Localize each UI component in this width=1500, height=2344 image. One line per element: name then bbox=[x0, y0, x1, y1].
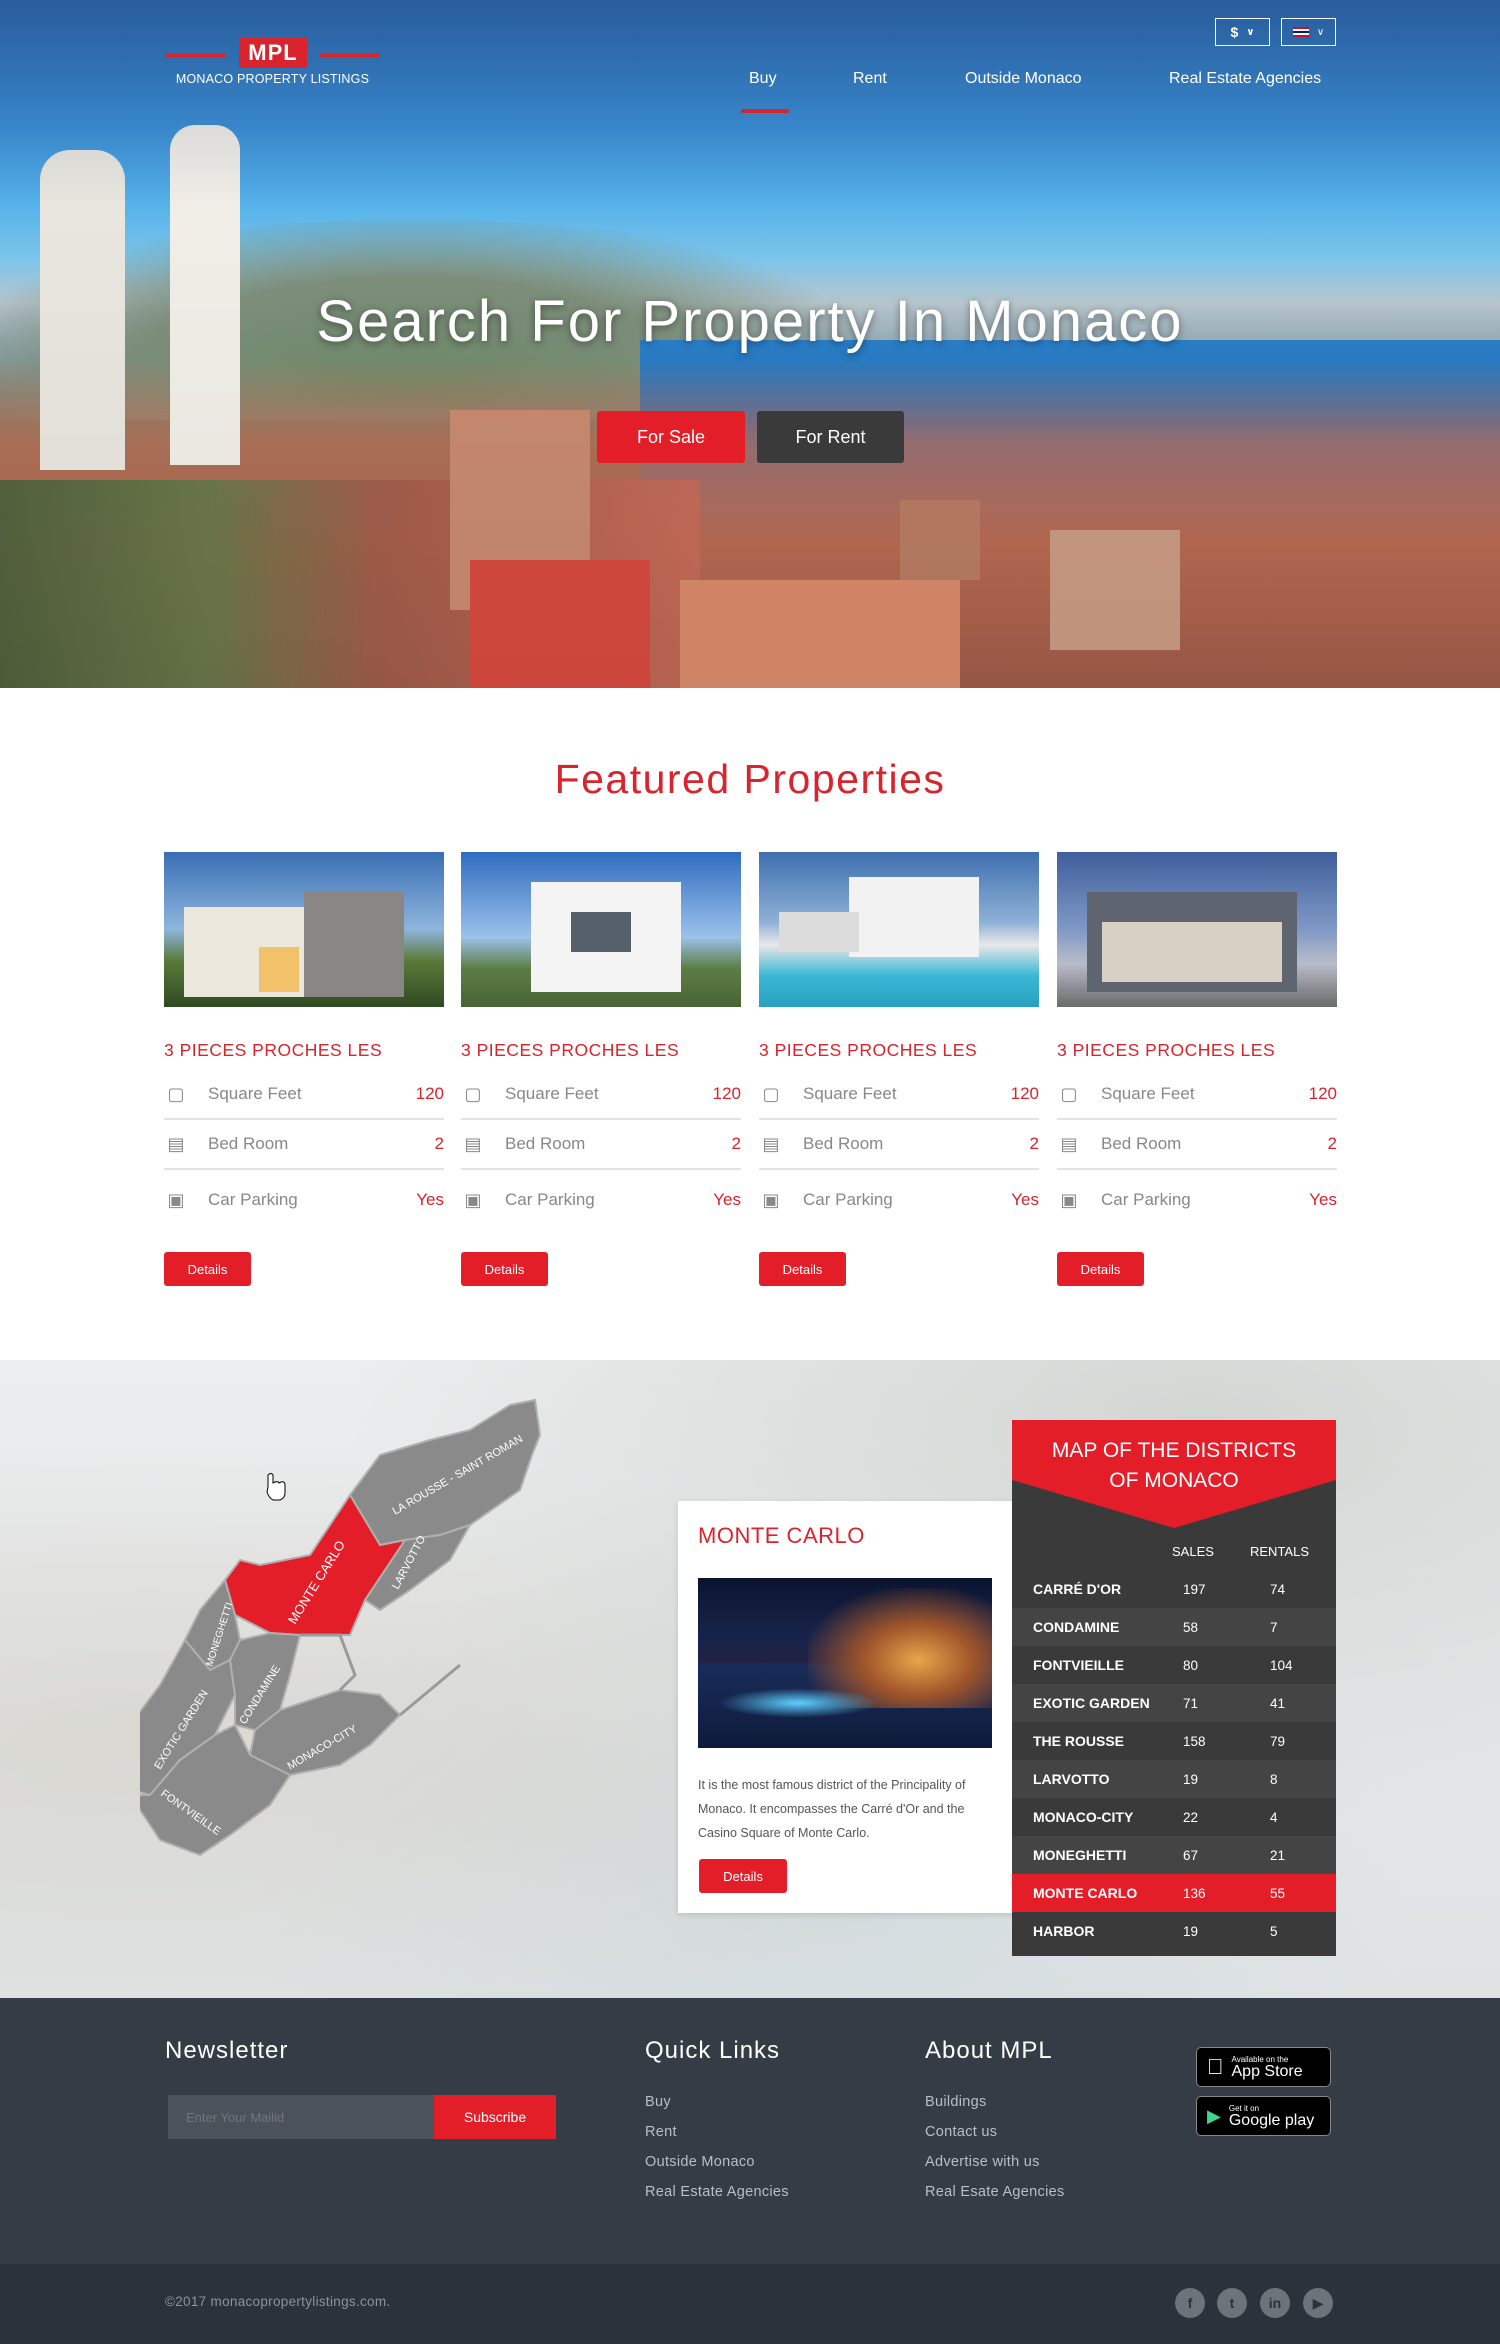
nav-active-indicator bbox=[741, 109, 789, 113]
app-store-badge[interactable]:  Available on theApp Store bbox=[1196, 2047, 1331, 2087]
footer-link-real-estate-agencies[interactable]: Real Estate Agencies bbox=[645, 2184, 789, 2200]
property-title[interactable]: 3 PIECES PROCHES LES bbox=[759, 1040, 1039, 1066]
nav-buy[interactable]: Buy bbox=[749, 70, 777, 88]
footer-link-agencies[interactable]: Real Esate Agencies bbox=[925, 2184, 1065, 2200]
col-rentals: RENTALS bbox=[1250, 1544, 1309, 1559]
featured-title: Featured Properties bbox=[554, 756, 946, 802]
newsletter-title: Newsletter bbox=[165, 2037, 289, 2064]
logo-mark: MPL bbox=[239, 38, 307, 68]
car-icon: ▣ bbox=[762, 1189, 780, 1210]
uk-flag-icon bbox=[1292, 27, 1309, 37]
district-map: LA ROUSSE - SAINT ROMAN LARVOTTO MONTE C… bbox=[140, 1398, 542, 1857]
table-row[interactable]: CARRÉ D'OR 197 74 bbox=[1012, 1570, 1336, 1608]
table-row[interactable]: MONACO-CITY 22 4 bbox=[1012, 1798, 1336, 1836]
table-row-selected[interactable]: MONTE CARLO 136 55 bbox=[1012, 1874, 1336, 1912]
district-details-button[interactable]: Details bbox=[699, 1859, 787, 1893]
for-sale-button[interactable]: For Sale bbox=[597, 411, 745, 463]
footer-link-advertise[interactable]: Advertise with us bbox=[925, 2154, 1040, 2170]
area-icon: ▢ bbox=[464, 1083, 482, 1104]
property-card: 3 PIECES PROCHES LES ▢ Square Feet 120 ▤ Be… bbox=[164, 852, 444, 1286]
about-title: About MPL bbox=[925, 2037, 1053, 2064]
nav-rent[interactable]: Rent bbox=[853, 70, 887, 88]
property-card: 3 PIECES PROCHES LES ▢ Square Feet 120 ▤ Be… bbox=[1057, 852, 1337, 1286]
main-nav: Buy Rent Outside Monaco Real Estate Agen… bbox=[0, 70, 1500, 113]
newsletter-email-input[interactable] bbox=[168, 2095, 434, 2139]
bed-icon: ▤ bbox=[464, 1133, 482, 1154]
footer-link-buildings[interactable]: Buildings bbox=[925, 2094, 987, 2110]
district-photo bbox=[698, 1578, 992, 1748]
property-title[interactable]: 3 PIECES PROCHES LES bbox=[461, 1040, 741, 1066]
details-button[interactable]: Details bbox=[759, 1252, 846, 1286]
bed-icon: ▤ bbox=[762, 1133, 780, 1154]
subscribe-button[interactable]: Subscribe bbox=[434, 2095, 556, 2139]
details-button[interactable]: Details bbox=[1057, 1252, 1144, 1286]
table-row[interactable]: FONTVIEILLE 80 104 bbox=[1012, 1646, 1336, 1684]
hero-title: Search For Property In Monaco bbox=[316, 289, 1184, 354]
district-description: It is the most famous district of the Pr… bbox=[698, 1778, 966, 1840]
youtube-icon[interactable]: ▶ bbox=[1303, 2288, 1333, 2318]
currency-value: $ bbox=[1230, 24, 1239, 40]
district-info-title: MONTE CARLO bbox=[698, 1523, 865, 1548]
table-row[interactable]: THE ROUSSE 158 79 bbox=[1012, 1722, 1336, 1760]
twitter-icon[interactable]: t bbox=[1217, 2288, 1247, 2318]
footer-link-outside-monaco[interactable]: Outside Monaco bbox=[645, 2154, 755, 2170]
google-play-icon: ▶ bbox=[1207, 2105, 1221, 2126]
copyright: ©2017 monacopropertylistings.com. bbox=[165, 2294, 391, 2309]
property-title[interactable]: 3 PIECES PROCHES LES bbox=[1057, 1040, 1337, 1066]
property-card: 3 PIECES PROCHES LES ▢ Square Feet 120 ▤ Be… bbox=[461, 852, 741, 1286]
area-icon: ▢ bbox=[762, 1083, 780, 1104]
footer-link-contact[interactable]: Contact us bbox=[925, 2124, 997, 2140]
nav-real-estate-agencies[interactable]: Real Estate Agencies bbox=[1169, 70, 1321, 88]
property-card: 3 PIECES PROCHES LES ▢ Square Feet 120 ▤ Be… bbox=[759, 852, 1039, 1286]
cursor-hand-icon bbox=[266, 1473, 286, 1501]
table-row[interactable]: EXOTIC GARDEN 71 41 bbox=[1012, 1684, 1336, 1722]
district-la-rousse[interactable] bbox=[348, 1398, 542, 1547]
property-photo[interactable] bbox=[759, 852, 1039, 1007]
area-icon: ▢ bbox=[167, 1083, 185, 1104]
chevron-down-icon: ∨ bbox=[1246, 26, 1255, 38]
car-icon: ▣ bbox=[167, 1189, 185, 1210]
car-icon: ▣ bbox=[1060, 1189, 1078, 1210]
facebook-icon[interactable]: f bbox=[1175, 2288, 1205, 2318]
col-sales: SALES bbox=[1172, 1544, 1214, 1559]
chevron-down-icon: ∨ bbox=[1316, 26, 1325, 38]
quick-links-title: Quick Links bbox=[645, 2037, 781, 2064]
nav-outside-monaco[interactable]: Outside Monaco bbox=[965, 70, 1082, 88]
area-icon: ▢ bbox=[1060, 1083, 1078, 1104]
linkedin-icon[interactable]: in bbox=[1260, 2288, 1290, 2318]
footer-link-buy[interactable]: Buy bbox=[645, 2094, 671, 2110]
districts-table: MAP OF THE DISTRICTS OF MONACO SALES REN… bbox=[1012, 1420, 1336, 1956]
details-button[interactable]: Details bbox=[164, 1252, 251, 1286]
language-select[interactable]: ∨ bbox=[1281, 18, 1336, 46]
district-info-card: MONTE CARLO It is the most famous distri… bbox=[678, 1501, 1015, 1913]
districts-table-title: MAP OF THE DISTRICTS OF MONACO bbox=[1051, 1439, 1297, 1492]
table-row[interactable]: LARVOTTO 19 8 bbox=[1012, 1760, 1336, 1798]
property-title[interactable]: 3 PIECES PROCHES LES bbox=[164, 1040, 444, 1066]
bed-icon: ▤ bbox=[167, 1133, 185, 1154]
details-button[interactable]: Details bbox=[461, 1252, 548, 1286]
property-photo[interactable] bbox=[1057, 852, 1337, 1007]
apple-icon:  bbox=[1207, 2054, 1224, 2080]
table-row[interactable]: HARBOR 19 5 bbox=[1012, 1912, 1336, 1950]
property-photo[interactable] bbox=[461, 852, 741, 1007]
for-rent-button[interactable]: For Rent bbox=[757, 411, 904, 463]
footer-link-rent[interactable]: Rent bbox=[645, 2124, 677, 2140]
car-icon: ▣ bbox=[464, 1189, 482, 1210]
property-photo[interactable] bbox=[164, 852, 444, 1007]
bed-icon: ▤ bbox=[1060, 1133, 1078, 1154]
google-play-badge[interactable]: ▶ Get it on Google play bbox=[1196, 2096, 1331, 2136]
currency-select[interactable]: $ ∨ bbox=[1215, 18, 1270, 46]
table-row[interactable]: CONDAMINE 58 7 bbox=[1012, 1608, 1336, 1646]
table-row[interactable]: MONEGHETTI 67 21 bbox=[1012, 1836, 1336, 1874]
